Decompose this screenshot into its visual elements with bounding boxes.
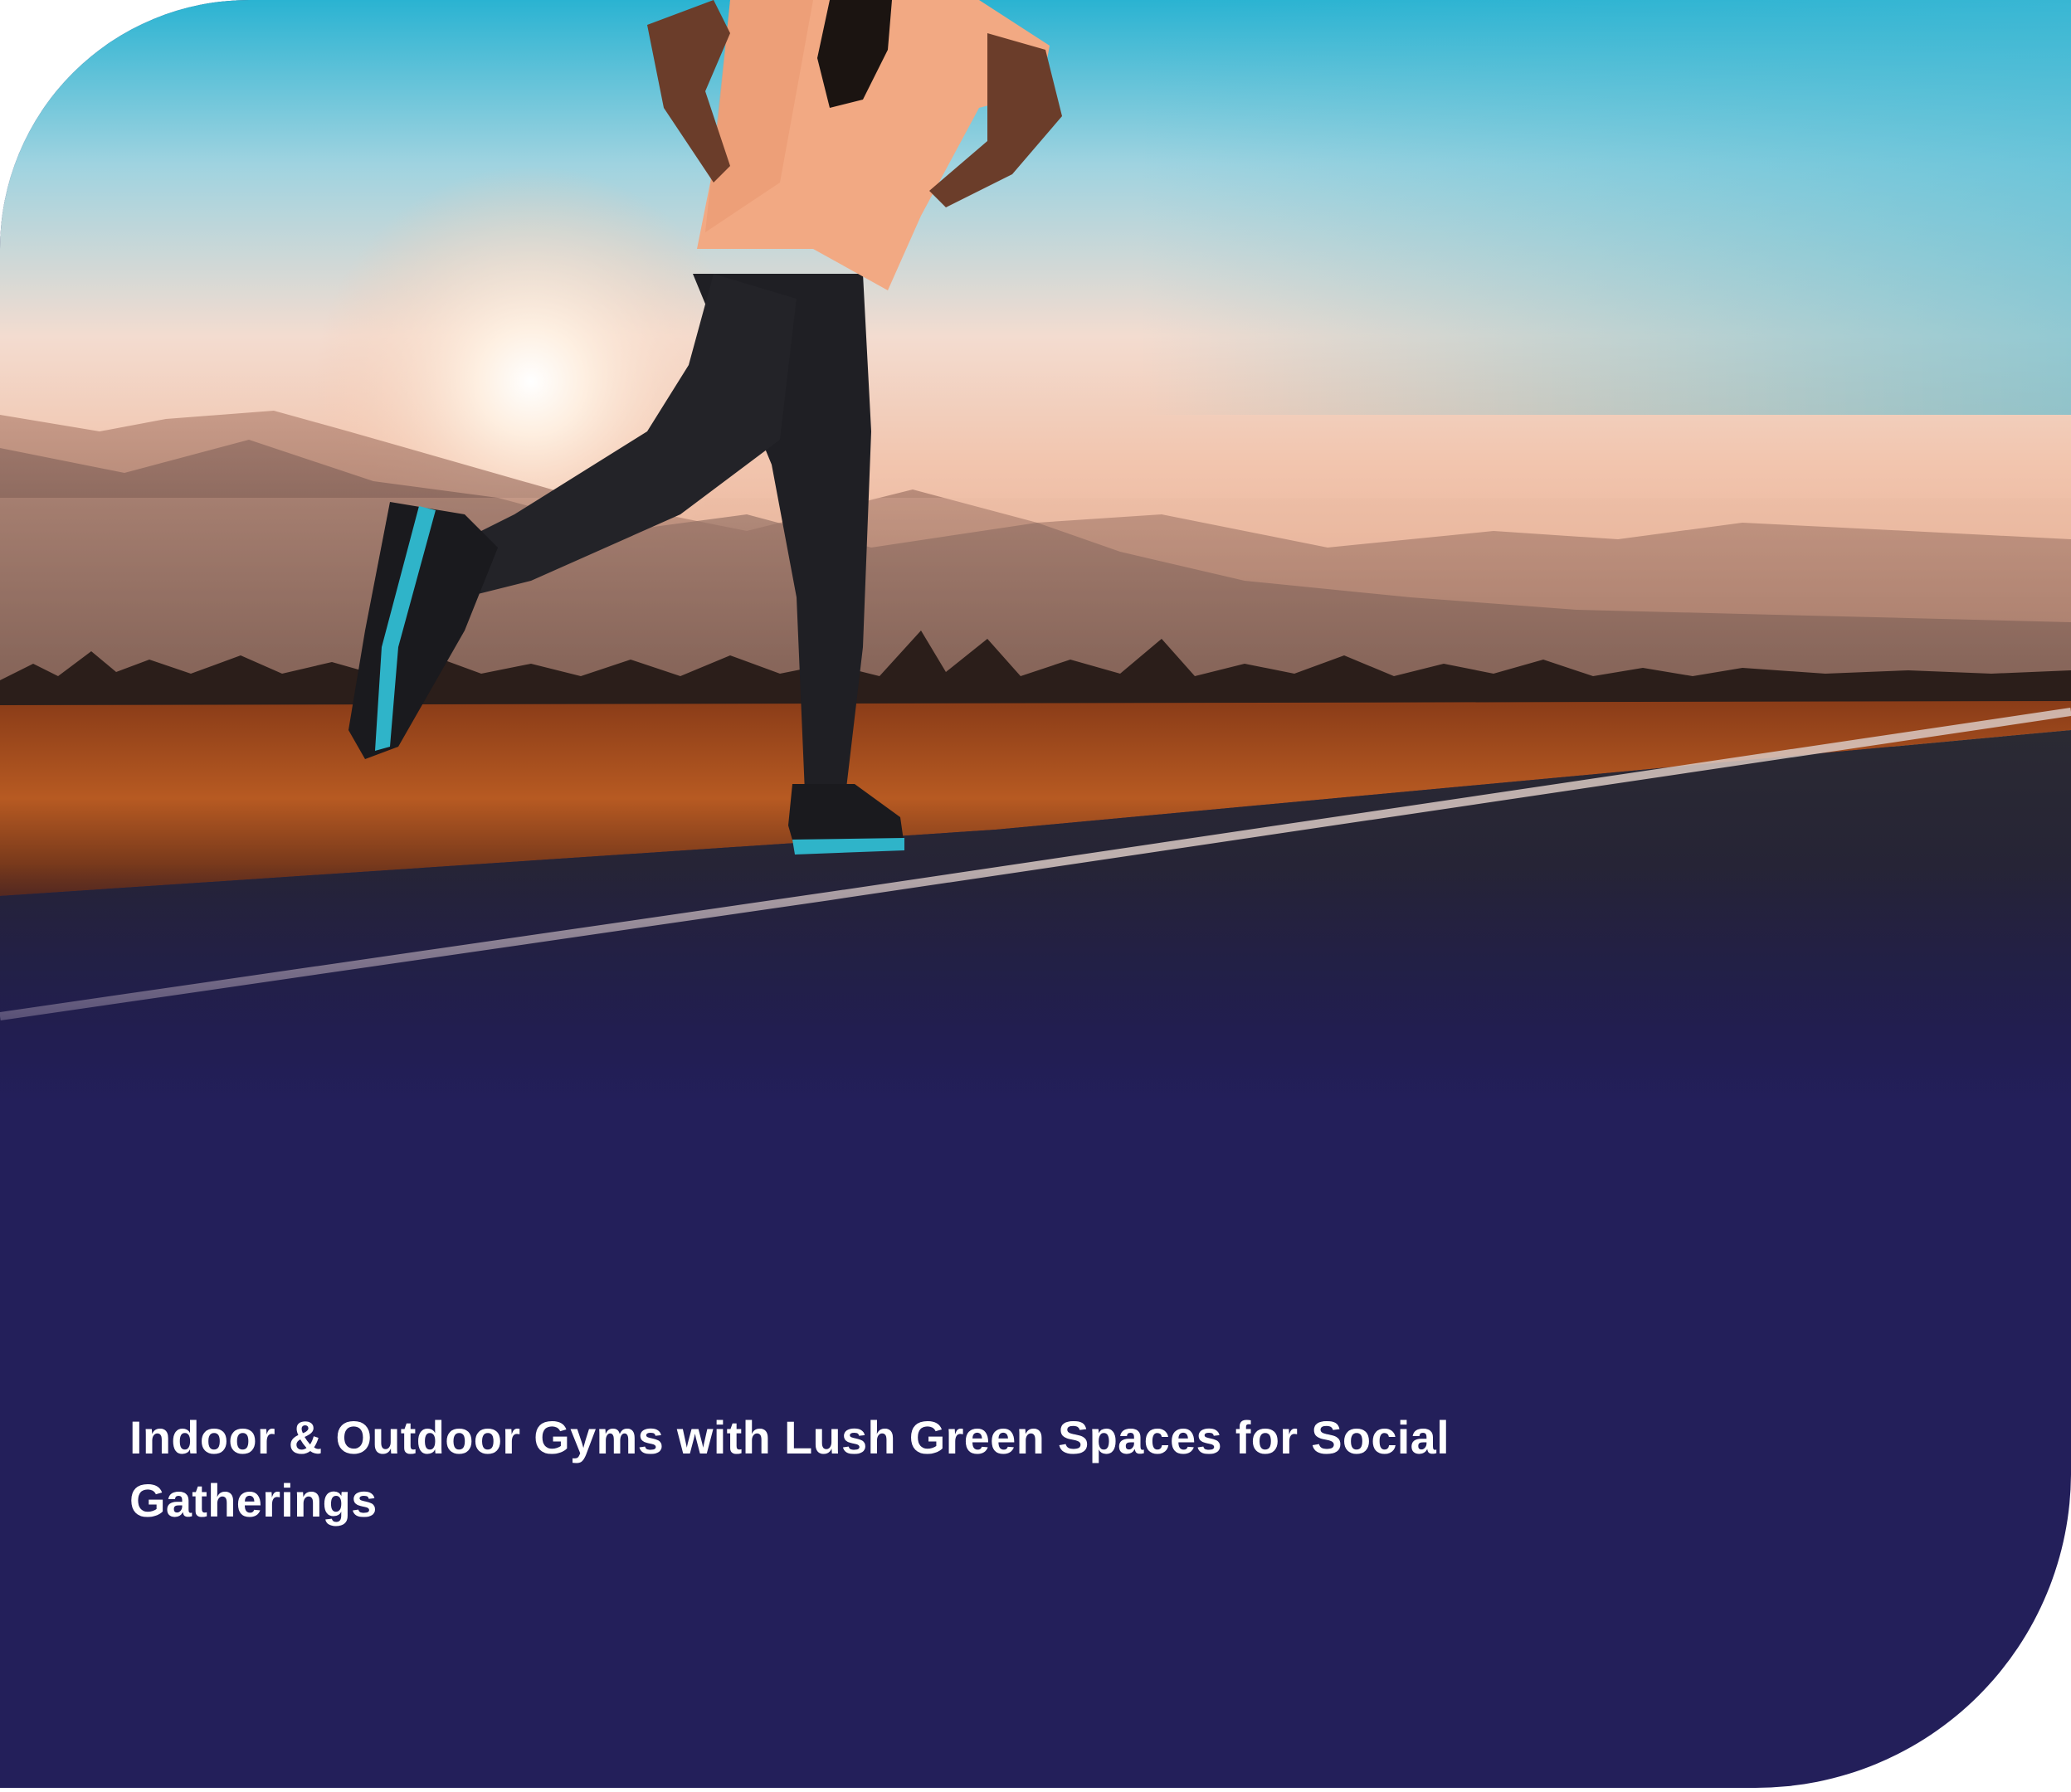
feature-title: Indoor & Outdoor Gyms with Lush Green Sp… xyxy=(129,1411,1450,1527)
runner-sunset-photo-icon xyxy=(0,0,2071,1103)
hero-photo xyxy=(0,0,2071,1103)
feature-card: Indoor & Outdoor Gyms with Lush Green Sp… xyxy=(0,0,2071,1788)
